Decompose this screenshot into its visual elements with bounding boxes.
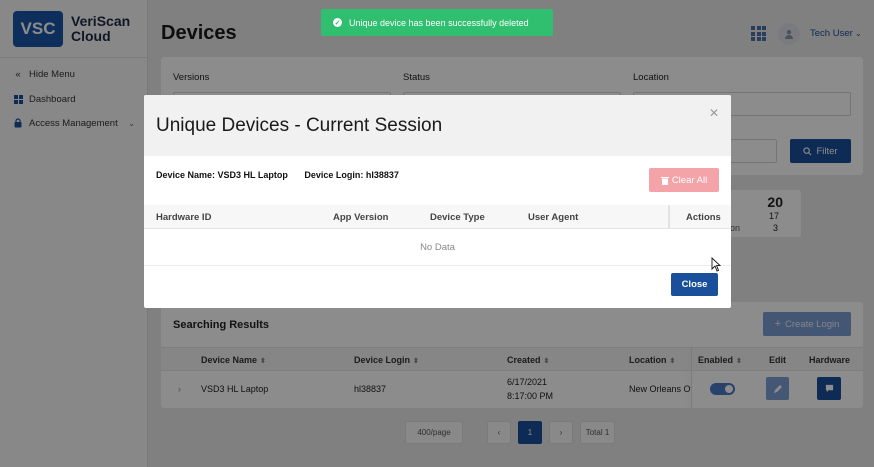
col-device-type: Device Type [430,212,485,223]
mouse-cursor-icon [711,257,721,272]
close-icon[interactable]: ✕ [709,106,719,120]
close-button[interactable]: Close [671,273,718,296]
modal-table-header: Hardware ID App Version Device Type User… [144,205,731,229]
unique-devices-modal: Unique Devices - Current Session ✕ Devic… [144,95,731,308]
col-app-version: App Version [333,212,389,223]
col-hardware-id: Hardware ID [156,212,212,223]
check-circle-icon: ✓ [333,18,342,27]
col-user-agent: User Agent [528,212,579,223]
device-info: Device Name: VSD3 HL Laptop Device Login… [156,170,413,180]
device-name-info: Device Name: VSD3 HL Laptop [156,170,288,180]
col-actions: Actions [686,212,721,223]
fixed-column-divider [668,205,670,229]
modal-title: Unique Devices - Current Session [156,115,443,136]
success-toast: ✓ Unique device has been successfully de… [321,9,553,36]
device-login-info: Device Login: hl38837 [304,170,399,180]
modal-header: Unique Devices - Current Session ✕ [144,95,731,156]
empty-state: No Data [144,229,731,266]
trash-icon [660,176,669,185]
clear-all-button[interactable]: Clear All [649,168,719,192]
